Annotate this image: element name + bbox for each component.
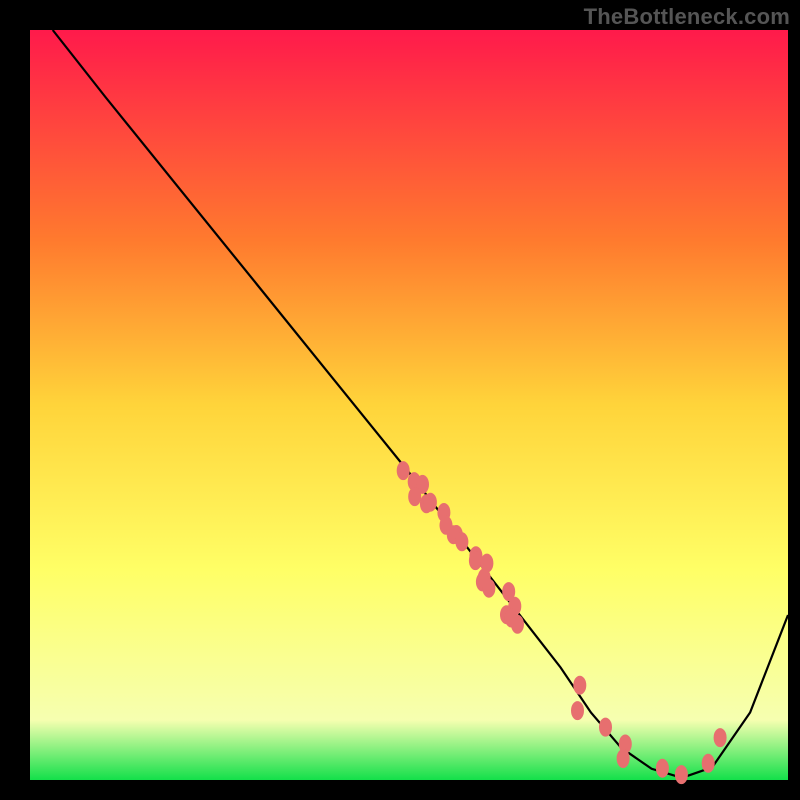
data-point — [511, 615, 524, 634]
chart-frame: TheBottleneck.com — [0, 0, 800, 800]
data-point — [469, 551, 482, 570]
data-point — [397, 461, 410, 480]
data-point — [617, 749, 630, 768]
data-point — [656, 759, 669, 778]
data-point — [571, 701, 584, 720]
data-point — [675, 765, 688, 784]
data-point — [599, 718, 612, 737]
data-point — [408, 487, 421, 506]
data-point — [702, 754, 715, 773]
data-point — [714, 728, 727, 747]
watermark-text: TheBottleneck.com — [584, 4, 790, 30]
bottleneck-curve-plot — [0, 0, 800, 800]
plot-background-gradient — [30, 30, 788, 780]
data-point — [424, 493, 437, 512]
data-point — [482, 579, 495, 598]
data-point — [573, 676, 586, 695]
data-point — [455, 532, 468, 551]
